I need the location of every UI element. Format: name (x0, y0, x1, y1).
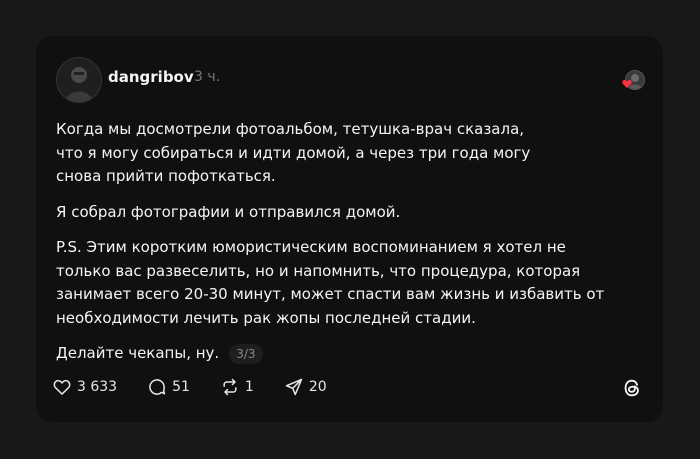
post-card: dangribov 3 ч. Когда мы досмотрели фотоа… (36, 36, 663, 422)
like-button[interactable]: 3 633 (52, 377, 117, 397)
author-avatar[interactable] (56, 57, 102, 103)
media-page-counter: 3/3 (229, 343, 263, 364)
heart-icon (53, 379, 71, 395)
author-username[interactable]: dangribov (108, 68, 194, 86)
comment-button[interactable]: 51 (147, 377, 190, 397)
avatar-image-icon (57, 58, 101, 102)
post-paragraph: Я собрал фотографии и отправился домой. (56, 202, 401, 221)
action-bar: 3 633 51 1 20 (52, 377, 357, 397)
comment-icon (149, 379, 166, 395)
post-time[interactable]: 3 ч. (194, 69, 220, 85)
share-button[interactable]: 20 (284, 377, 327, 397)
post-paragraph: Когда мы досмотрели фотоальбом, тетушка-… (56, 120, 531, 185)
post-body: Когда мы досмотрели фотоальбом, тетушка-… (56, 118, 616, 366)
share-count: 20 (308, 379, 327, 395)
liked-heart-icon (622, 79, 632, 88)
repost-button[interactable]: 1 (220, 377, 254, 397)
post-closing-line: Делайте чекапы, ну. (56, 344, 220, 362)
post-paragraph: P.S. Этим коротким юмористическим воспом… (56, 238, 605, 327)
threads-logo-icon[interactable] (621, 377, 643, 399)
repost-count: 1 (244, 379, 254, 395)
like-count: 3 633 (77, 379, 118, 395)
comment-count: 51 (172, 379, 190, 395)
share-icon (285, 378, 303, 396)
repost-icon (223, 378, 237, 396)
